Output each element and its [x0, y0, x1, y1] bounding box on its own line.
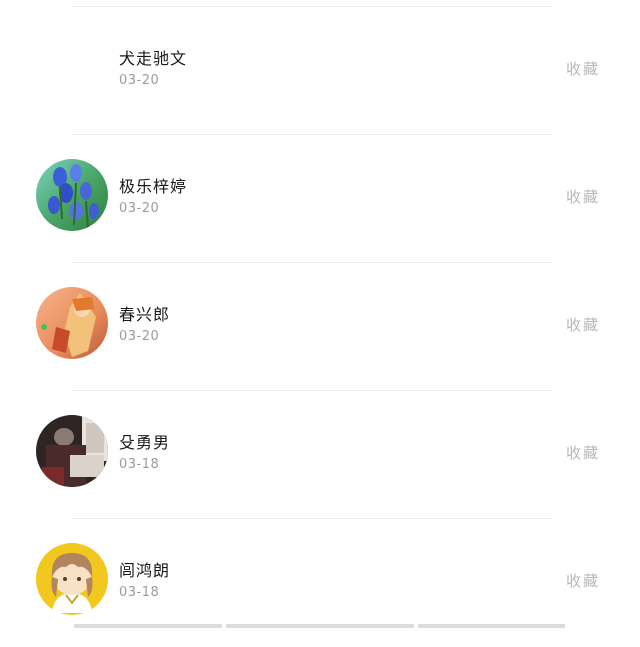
- contact-date: 03-20: [119, 201, 160, 216]
- list-item[interactable]: 犬走驰文 03-20 收藏: [0, 7, 640, 135]
- favorite-button[interactable]: 收藏: [566, 58, 600, 79]
- scrollbar-segment: [418, 624, 565, 628]
- favorite-button[interactable]: 收藏: [566, 186, 600, 207]
- avatar[interactable]: [36, 543, 108, 615]
- list-item[interactable]: 极乐梓婷 03-20 收藏: [0, 135, 640, 263]
- scrollbar[interactable]: [74, 624, 565, 628]
- scrollbar-segment: [226, 624, 414, 628]
- contact-name: 春兴郎: [119, 305, 171, 324]
- avatar[interactable]: [36, 415, 108, 487]
- favorite-button[interactable]: 收藏: [566, 314, 600, 335]
- contact-date: 03-20: [119, 329, 160, 344]
- favorite-button[interactable]: 收藏: [566, 570, 600, 591]
- contact-date: 03-18: [119, 585, 160, 600]
- contact-list: 犬走驰文 03-20 收藏 极乐梓婷 03-20 收藏 春兴郎 03-20 收藏…: [0, 0, 640, 628]
- contact-date: 03-20: [119, 73, 160, 88]
- contact-name: 犬走驰文: [119, 49, 188, 68]
- contact-name: 殳勇男: [119, 433, 171, 452]
- avatar[interactable]: [36, 287, 108, 359]
- contact-name: 闾鸿朗: [119, 561, 171, 580]
- scrollbar-segment: [74, 624, 222, 628]
- contact-date: 03-18: [119, 457, 160, 472]
- list-item[interactable]: 春兴郎 03-20 收藏: [0, 263, 640, 391]
- favorite-button[interactable]: 收藏: [566, 442, 600, 463]
- contact-name: 极乐梓婷: [119, 177, 188, 196]
- avatar[interactable]: [36, 159, 108, 231]
- list-item[interactable]: 殳勇男 03-18 收藏: [0, 391, 640, 519]
